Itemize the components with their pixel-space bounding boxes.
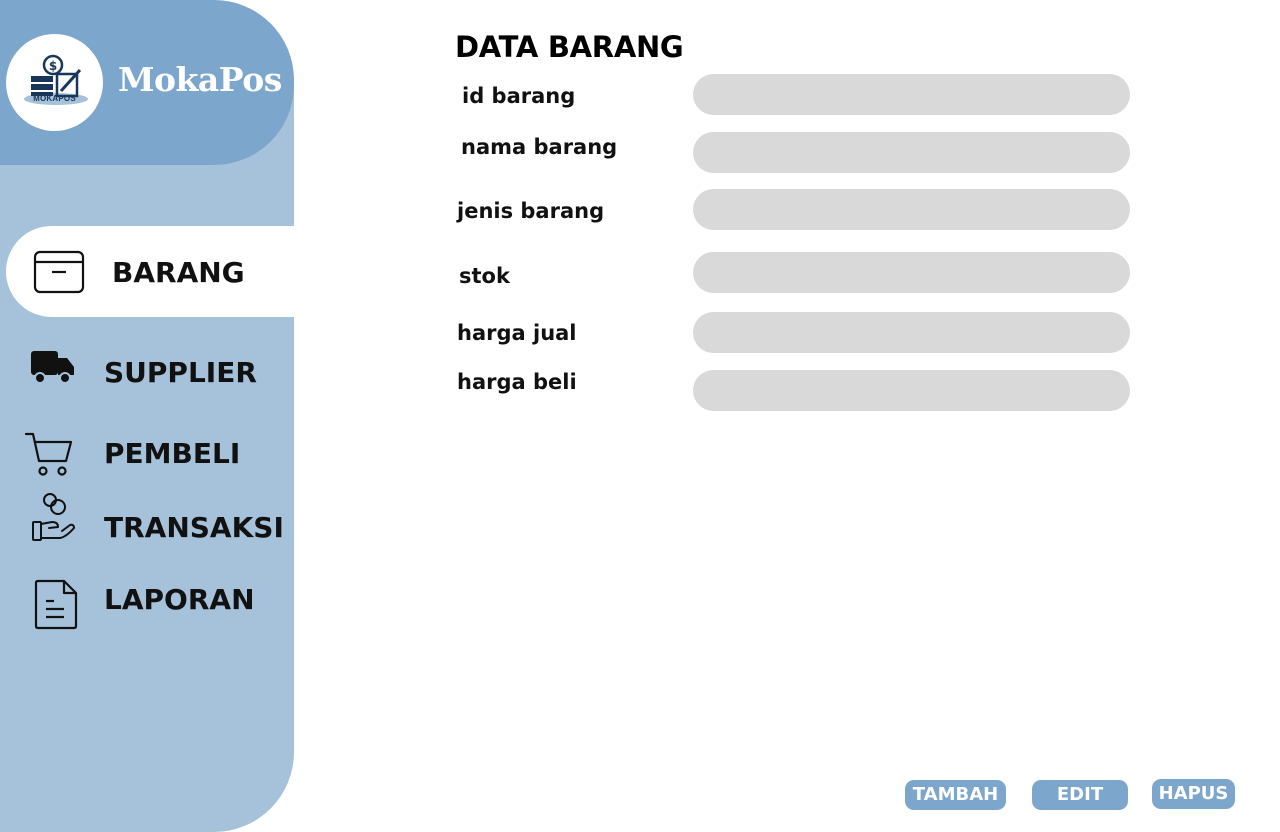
harga-beli-label: harga beli — [457, 370, 577, 394]
page-title: DATA BARANG — [455, 30, 684, 64]
sidebar-item-laporan[interactable]: LAPORAN — [0, 573, 294, 633]
nama-barang-label: nama barang — [461, 135, 618, 159]
svg-text:$: $ — [49, 59, 57, 73]
sidebar-item-barang[interactable]: BARANG — [6, 226, 294, 317]
sidebar-item-supplier[interactable]: SUPPLIER — [0, 342, 294, 402]
cart-icon — [24, 432, 73, 476]
stok-input[interactable] — [693, 252, 1130, 293]
brand-name: MokaPos — [118, 60, 282, 99]
jenis-barang-input[interactable] — [693, 189, 1130, 230]
box-icon — [33, 250, 85, 294]
brand-header: $ MOKAPOS MokaPos — [0, 0, 294, 165]
sidebar: $ MOKAPOS MokaPos BARANG SUPPLIER PEMBEL… — [0, 0, 294, 832]
hand-coins-icon — [32, 493, 75, 541]
brand-logo: $ MOKAPOS — [6, 34, 103, 131]
tambah-button[interactable]: TAMBAH — [905, 780, 1006, 810]
harga-beli-input[interactable] — [693, 370, 1130, 411]
sidebar-item-label: LAPORAN — [104, 583, 255, 616]
nama-barang-input[interactable] — [693, 132, 1130, 173]
truck-icon — [31, 351, 74, 384]
harga-jual-input[interactable] — [693, 312, 1130, 353]
jenis-barang-label: jenis barang — [457, 199, 605, 223]
edit-button[interactable]: EDIT — [1032, 780, 1128, 810]
sidebar-item-label: BARANG — [112, 256, 245, 289]
harga-jual-label: harga jual — [457, 321, 577, 345]
id-barang-label: id barang — [462, 84, 576, 108]
sidebar-item-transaksi[interactable]: TRANSAKSI — [0, 492, 294, 552]
id-barang-input[interactable] — [693, 74, 1130, 115]
sidebar-item-label: TRANSAKSI — [104, 511, 284, 544]
sidebar-item-label: SUPPLIER — [104, 356, 257, 389]
document-icon — [34, 579, 78, 630]
stok-label: stok — [459, 264, 510, 288]
hapus-button[interactable]: HAPUS — [1152, 779, 1235, 809]
sidebar-item-label: PEMBELI — [104, 437, 241, 470]
brand-logo-text: MOKAPOS — [33, 94, 76, 103]
sidebar-item-pembeli[interactable]: PEMBELI — [0, 423, 294, 483]
mokapos-logo-icon: $ — [24, 54, 88, 105]
